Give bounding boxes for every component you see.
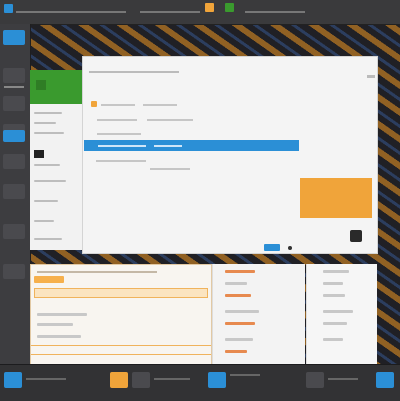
taskbar-item[interactable] xyxy=(306,372,324,388)
panel-row xyxy=(225,310,259,313)
app-tile-icon[interactable] xyxy=(4,4,13,13)
search-icon[interactable] xyxy=(208,372,226,388)
panel-row xyxy=(37,323,73,326)
taskbar-item[interactable] xyxy=(132,372,150,388)
sidebar-item-label xyxy=(34,238,62,240)
sidebar-item[interactable] xyxy=(34,164,74,170)
taskbar xyxy=(0,364,400,401)
panel-row xyxy=(225,270,255,273)
folder-icon[interactable] xyxy=(205,3,214,12)
panel-row xyxy=(323,294,345,297)
sidebar-item[interactable] xyxy=(34,180,74,186)
option-icon xyxy=(91,101,97,107)
sidebar-item-label xyxy=(34,112,62,114)
taskbar-label-line xyxy=(26,378,66,380)
taskbar-label-line xyxy=(230,374,260,376)
sidebar-item-label xyxy=(34,132,64,134)
settings-icon[interactable] xyxy=(225,3,234,12)
folder-icon[interactable] xyxy=(110,372,128,388)
option-line xyxy=(96,160,146,162)
windows-start-icon[interactable] xyxy=(4,372,22,388)
panel-row xyxy=(323,322,347,325)
windows-start-icon[interactable] xyxy=(3,30,25,45)
bottom-middle-panel xyxy=(212,264,305,364)
sidebar-item[interactable] xyxy=(34,238,74,244)
option-line xyxy=(97,119,137,121)
dock-label xyxy=(4,86,24,88)
sidebar-item[interactable] xyxy=(34,200,74,206)
app-tile-icon[interactable] xyxy=(350,230,362,242)
taskbar-label-line xyxy=(328,378,358,380)
panel-row xyxy=(323,310,353,313)
dock-item[interactable] xyxy=(3,68,25,83)
panel-row xyxy=(37,313,87,316)
panel-row xyxy=(323,338,343,341)
panel-row xyxy=(225,338,253,341)
panel-row xyxy=(323,282,343,285)
option-line xyxy=(150,168,190,170)
app-logo xyxy=(36,80,46,90)
topbar-text-line xyxy=(16,11,126,13)
dock-item[interactable] xyxy=(3,264,25,279)
sidebar-item[interactable] xyxy=(34,220,74,226)
top-system-bar xyxy=(0,0,400,25)
sidebar-header xyxy=(30,70,82,104)
dock-item[interactable] xyxy=(3,184,25,199)
panel-row xyxy=(225,322,255,325)
panel-row xyxy=(225,350,247,353)
panel-strip[interactable] xyxy=(34,288,208,298)
dock-item[interactable] xyxy=(3,154,25,169)
sidebar-item-label xyxy=(34,122,56,124)
settings-icon[interactable] xyxy=(376,372,394,388)
panel-row xyxy=(225,294,251,297)
sidebar-item[interactable] xyxy=(34,122,74,128)
dock-item-selected[interactable] xyxy=(3,130,25,142)
bottom-right-panel xyxy=(306,264,377,364)
selected-row-line xyxy=(98,145,146,147)
sidebar-item[interactable] xyxy=(34,132,74,138)
option-line xyxy=(147,119,193,121)
sidebar-item-label xyxy=(34,164,60,166)
dialog-title-line xyxy=(89,71,179,73)
topbar-text-line xyxy=(245,11,305,13)
sidebar-item-label xyxy=(34,220,54,222)
selected-row[interactable] xyxy=(84,140,299,151)
sidebar-item-label xyxy=(34,200,58,202)
option-line xyxy=(97,133,141,135)
taskbar-label-line xyxy=(154,378,190,380)
option-line xyxy=(143,104,177,106)
left-dock xyxy=(0,24,31,364)
sidebar-icon[interactable] xyxy=(34,150,44,158)
panel-row xyxy=(323,270,349,273)
panel-row xyxy=(225,282,247,285)
close-icon[interactable] xyxy=(367,75,375,78)
orange-info-block xyxy=(300,178,372,218)
panel-strip xyxy=(31,345,211,355)
sidebar-item-label xyxy=(34,180,66,182)
panel-row xyxy=(37,335,81,338)
main-dialog xyxy=(82,56,378,254)
selected-row-line xyxy=(154,145,182,147)
topbar-text-line xyxy=(140,11,200,13)
sidebar-item[interactable] xyxy=(34,112,74,118)
dock-item[interactable] xyxy=(3,96,25,111)
sidebar-panel xyxy=(30,70,83,250)
ok-button[interactable] xyxy=(264,244,280,251)
panel-highlight[interactable] xyxy=(34,276,64,283)
dock-item[interactable] xyxy=(3,224,25,239)
status-dot xyxy=(288,246,292,250)
option-line xyxy=(101,104,135,106)
panel-title-line xyxy=(37,271,157,273)
